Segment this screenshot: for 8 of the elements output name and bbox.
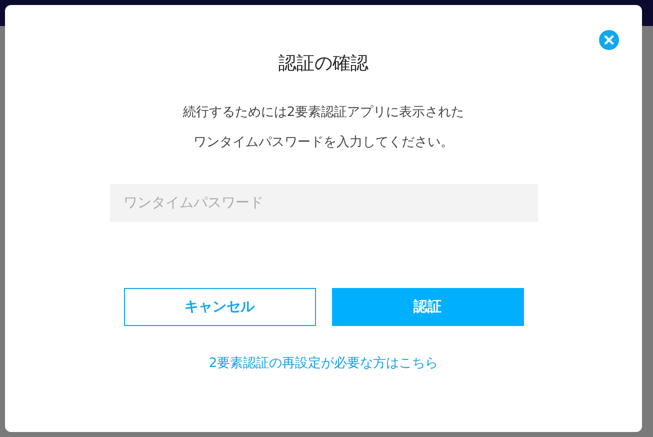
close-icon[interactable] [599,30,619,50]
confirm-button[interactable]: 認証 [332,288,524,326]
reset-link[interactable]: 2要素認証の再設定が必要な方はこちら [208,354,438,374]
message-text: ワンタイムパスワードを入力してください。 [194,134,454,152]
message-text: 続行するためには2要素認証アプリに表示された [182,104,464,122]
cancel-button[interactable]: キャンセル [124,288,316,326]
password-field[interactable]: ワンタイムパスワード [110,184,538,222]
dialog-title: 認証の確認 [278,52,368,76]
